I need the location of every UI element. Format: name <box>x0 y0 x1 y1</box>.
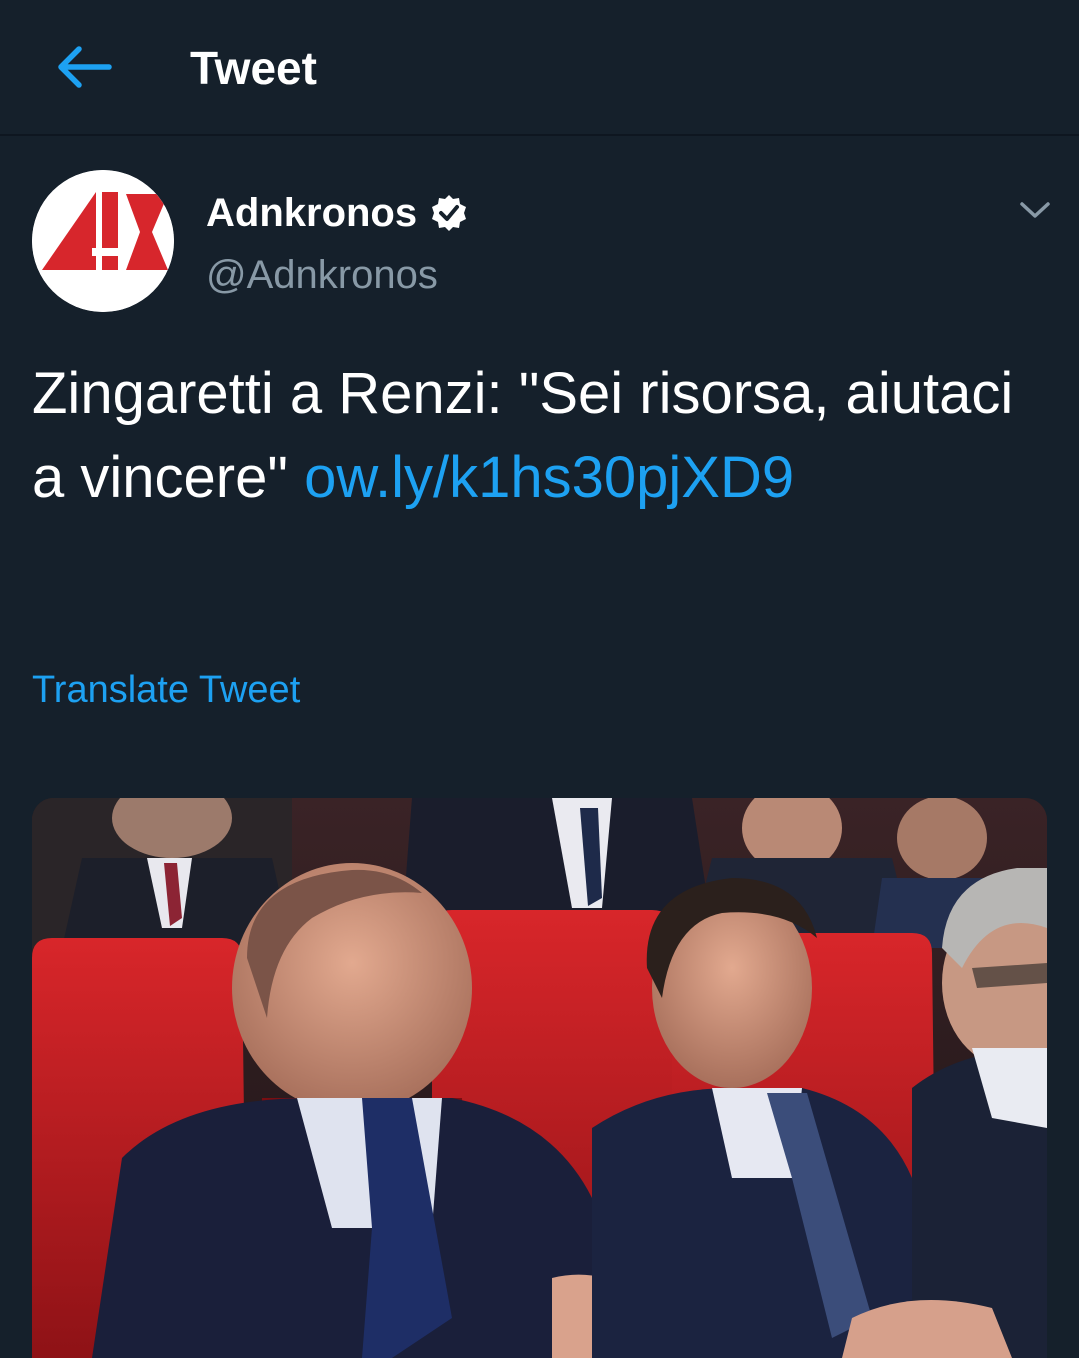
tweet-photo[interactable] <box>32 798 1047 1358</box>
author-name[interactable]: Adnkronos <box>206 188 417 238</box>
adnkronos-logo-icon <box>32 170 174 312</box>
arrow-left-icon <box>58 46 112 88</box>
back-button[interactable] <box>48 32 118 102</box>
photo-icon <box>32 798 1047 1358</box>
translate-tweet-link[interactable]: Translate Tweet <box>32 666 300 714</box>
tweet-menu-button[interactable] <box>1010 190 1060 230</box>
tweet-link[interactable]: ow.ly/​k1hs30pjXD9 <box>304 445 794 510</box>
verified-badge-icon <box>429 193 469 233</box>
page-title: Tweet <box>190 42 317 94</box>
author-name-row[interactable]: Adnkronos <box>206 188 469 238</box>
tweet-text: Zingaretti a Renzi: "Sei risorsa, aiutac… <box>32 352 1042 520</box>
chevron-down-icon <box>1020 202 1050 218</box>
author-handle[interactable]: @Adnkronos <box>206 250 438 300</box>
author-avatar[interactable] <box>32 170 174 312</box>
top-bar: Tweet <box>0 0 1079 136</box>
